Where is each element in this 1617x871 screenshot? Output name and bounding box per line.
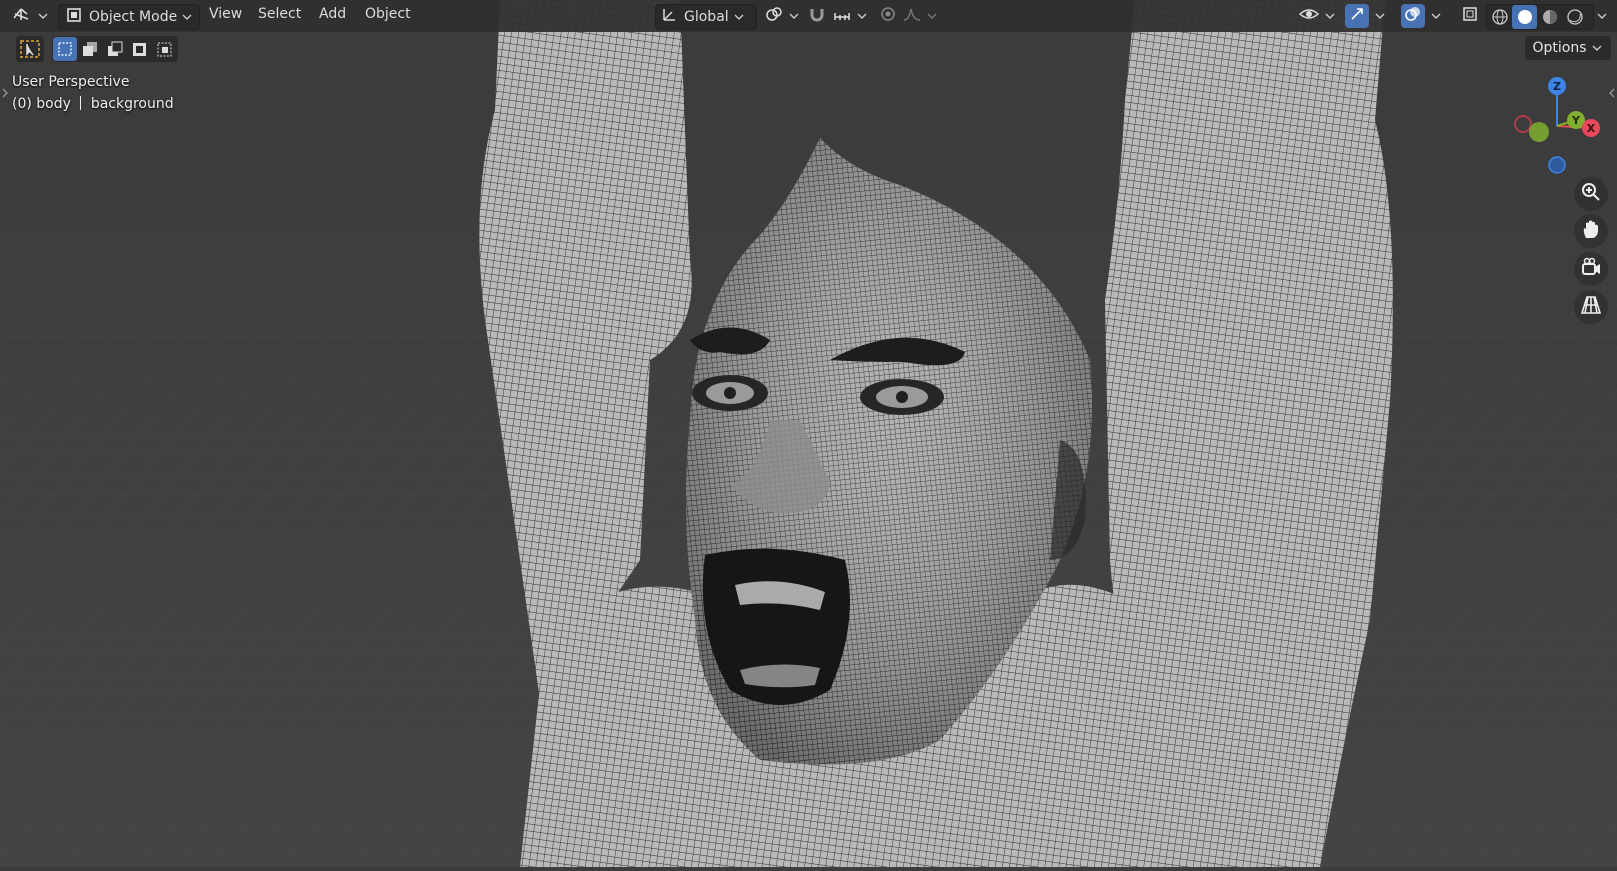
- overlays-icon: [1404, 5, 1422, 27]
- toggle-perspective-button[interactable]: [1574, 290, 1608, 324]
- visibility-dropdown[interactable]: [1298, 4, 1340, 28]
- object-info-label: (0) body background: [12, 96, 174, 112]
- object-info-suffix: background: [90, 96, 174, 112]
- chevron-down-icon: [1590, 41, 1604, 55]
- view-name-label: User Perspective: [12, 74, 130, 90]
- camera-view-button[interactable]: [1574, 252, 1608, 286]
- navigation-gizmo[interactable]: Z Y X: [1506, 74, 1606, 180]
- editor-type-button[interactable]: [12, 4, 48, 28]
- chevron-down-icon: [36, 9, 50, 23]
- active-tool-button[interactable]: [16, 36, 44, 62]
- xray-toggle[interactable]: [1458, 4, 1482, 28]
- zoom-magnifier-icon: [1580, 181, 1602, 207]
- snap-target-dropdown[interactable]: [832, 4, 872, 28]
- mode-label: Object Mode: [89, 9, 178, 25]
- chevron-down-icon: [1373, 9, 1387, 23]
- object-info-prefix: (0) body: [12, 96, 71, 112]
- chevron-down-icon: [180, 10, 194, 24]
- shading-mode-group: [1486, 4, 1594, 30]
- select-subtract-icon[interactable]: [102, 41, 127, 57]
- viewport-canvas[interactable]: [0, 0, 1617, 867]
- x-axis-handle[interactable]: X: [1582, 119, 1600, 137]
- select-intersect-icon[interactable]: [152, 41, 177, 57]
- x-axis-label: X: [1587, 122, 1596, 135]
- negative-x-axis-handle: [1514, 115, 1532, 133]
- toolbar-expand-arrow-icon[interactable]: [1, 84, 9, 103]
- options-label: Options: [1532, 40, 1587, 56]
- falloff-curve-icon: [902, 5, 922, 27]
- orientation-axes-icon: [660, 6, 678, 28]
- options-dropdown[interactable]: Options: [1525, 36, 1611, 60]
- chevron-down-icon: [1429, 9, 1443, 23]
- proportional-edit-icon: [879, 5, 897, 27]
- gizmo-icon: [1348, 5, 1366, 27]
- perspective-grid-icon: [1580, 294, 1602, 320]
- snap-increment-icon: [832, 5, 852, 27]
- material-preview-shading-icon[interactable]: [1537, 8, 1562, 26]
- select-new-icon[interactable]: [53, 37, 77, 61]
- pivot-point-dropdown[interactable]: [760, 4, 804, 28]
- hand-icon: [1580, 218, 1602, 244]
- chevron-down-icon: [1323, 9, 1337, 23]
- chevron-down-icon: [787, 9, 801, 23]
- magnet-icon: [808, 5, 826, 27]
- negative-z-axis-handle: [1548, 156, 1566, 174]
- 3d-viewport[interactable]: [0, 0, 1617, 867]
- object-info-separator: [80, 96, 82, 110]
- y-axis-label: Y: [1571, 114, 1581, 127]
- pivot-icon: [764, 5, 784, 27]
- menu-add[interactable]: Add: [319, 6, 346, 22]
- snap-toggle[interactable]: [805, 4, 829, 28]
- zoom-button[interactable]: [1574, 177, 1608, 211]
- z-axis-handle[interactable]: Z: [1548, 77, 1566, 95]
- proportional-editing-toggle[interactable]: [876, 4, 900, 28]
- shading-dropdown[interactable]: [1592, 4, 1610, 28]
- viewport-header: Object Mode View Select Add Object Globa…: [0, 0, 1617, 32]
- menu-object[interactable]: Object: [365, 6, 411, 22]
- overlays-toggle[interactable]: [1401, 4, 1425, 28]
- rendered-shading-icon[interactable]: [1562, 8, 1587, 26]
- select-invert-icon[interactable]: [127, 41, 152, 57]
- menu-view[interactable]: View: [209, 6, 242, 22]
- negative-y-axis-handle: [1529, 122, 1549, 142]
- transform-orientation-dropdown[interactable]: Global: [655, 4, 757, 30]
- camera-icon: [1580, 256, 1602, 282]
- selection-mode-group: [52, 36, 178, 62]
- 3d-viewport-icon: [11, 5, 33, 27]
- select-extend-icon[interactable]: [77, 41, 102, 57]
- gizmo-dropdown[interactable]: [1370, 4, 1388, 28]
- xray-icon: [1461, 5, 1479, 27]
- falloff-dropdown[interactable]: [902, 4, 942, 28]
- wireframe-shading-icon[interactable]: [1487, 8, 1512, 26]
- chevron-down-icon: [732, 10, 746, 24]
- eye-icon: [1298, 5, 1320, 27]
- sidebar-expand-arrow-icon[interactable]: [1608, 84, 1616, 103]
- select-box-tool-icon: [16, 40, 44, 66]
- z-axis-label: Z: [1553, 80, 1561, 93]
- chevron-down-icon: [1595, 9, 1609, 23]
- pan-button[interactable]: [1574, 214, 1608, 248]
- solid-shading-icon[interactable]: [1512, 5, 1537, 29]
- mode-dropdown[interactable]: Object Mode: [58, 4, 200, 30]
- gizmo-toggle[interactable]: [1345, 4, 1369, 28]
- overlays-dropdown[interactable]: [1426, 4, 1444, 28]
- menu-select[interactable]: Select: [258, 6, 301, 22]
- orientation-label: Global: [684, 9, 729, 25]
- chevron-down-icon: [925, 9, 939, 23]
- object-mode-icon: [65, 6, 83, 28]
- chevron-down-icon: [855, 9, 869, 23]
